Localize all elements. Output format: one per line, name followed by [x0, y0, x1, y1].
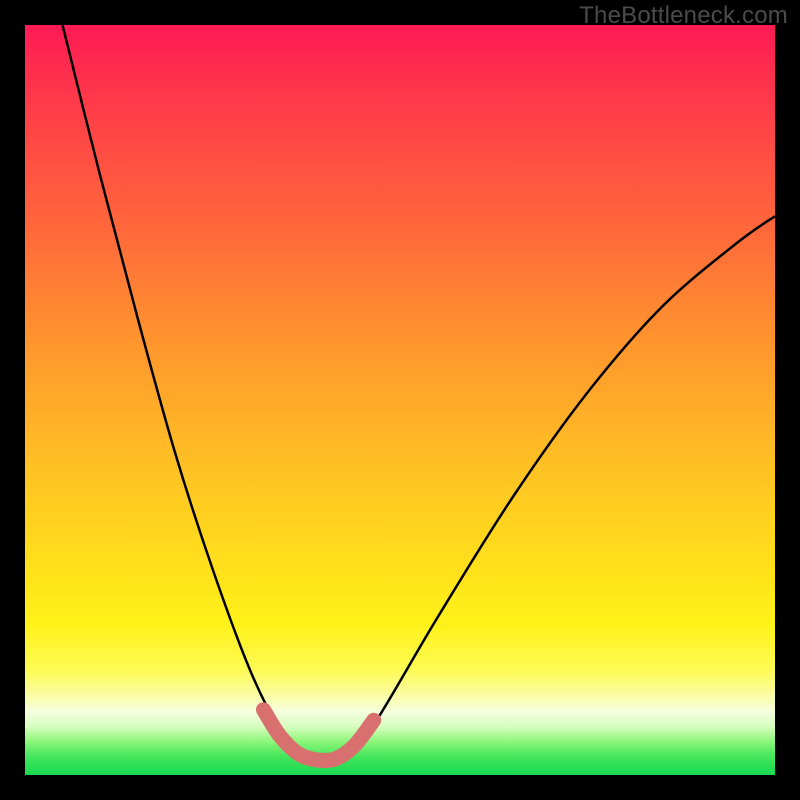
chart-stage: TheBottleneck.com [0, 0, 800, 800]
watermark-text: TheBottleneck.com [579, 2, 788, 30]
curve-layer [25, 25, 775, 775]
v-curve-line [63, 25, 776, 762]
plot-area [25, 25, 775, 775]
highlight-segment [264, 710, 374, 761]
